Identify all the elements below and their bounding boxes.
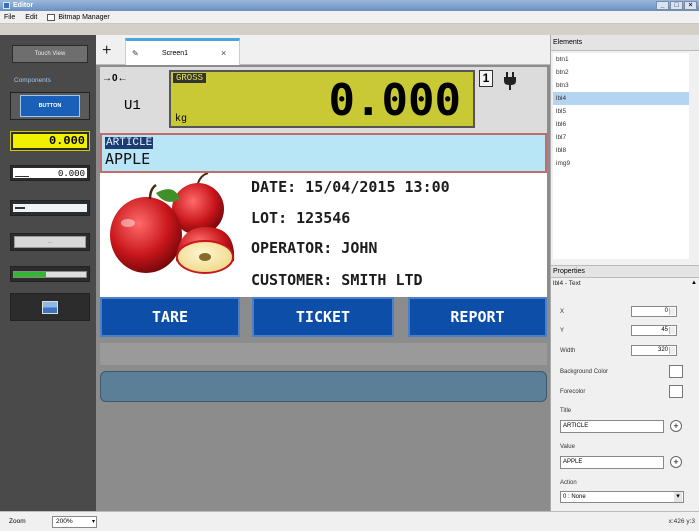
prop-action-select[interactable]: 0 : None bbox=[560, 491, 684, 503]
bottom-bar[interactable] bbox=[100, 371, 547, 402]
prop-title-input[interactable]: ARTICLE bbox=[560, 420, 664, 433]
window-title: Editor bbox=[13, 2, 34, 9]
prop-value-input[interactable]: APPLE bbox=[560, 456, 664, 469]
zero-indicator-icon: →0← bbox=[102, 73, 128, 84]
prop-title-label: Title bbox=[560, 408, 572, 414]
menu-bitmap-manager[interactable]: Bitmap Manager bbox=[47, 13, 110, 21]
report-button[interactable]: REPORT bbox=[408, 297, 547, 337]
zoom-value: 200% bbox=[56, 518, 73, 525]
component-label[interactable] bbox=[10, 200, 90, 216]
elements-header: Elements bbox=[551, 35, 699, 51]
element-item-btn3[interactable]: btn3 bbox=[553, 79, 689, 92]
tab-screen1[interactable]: ✎ Screen1 × bbox=[125, 38, 240, 65]
component-button[interactable]: BUTTON bbox=[10, 92, 90, 120]
screen-tab-strip: + ✎ Screen1 × bbox=[96, 35, 550, 65]
scroll-up-icon[interactable]: ▲ bbox=[691, 280, 697, 286]
component-progress-bar[interactable] bbox=[10, 266, 90, 282]
zoom-label: Zoom bbox=[9, 518, 26, 525]
component-value-display[interactable]: 0.000 bbox=[10, 165, 90, 181]
scale-number: 1 bbox=[479, 70, 493, 87]
close-window-button[interactable]: × bbox=[684, 1, 697, 10]
element-item-lbl4[interactable]: lbl4 bbox=[553, 92, 689, 105]
cursor-coordinates: x:426 y:3 bbox=[668, 518, 695, 525]
prop-width-input[interactable]: 320 bbox=[631, 345, 677, 356]
element-item-lbl7[interactable]: lbl7 bbox=[553, 131, 689, 144]
title-bar: Editor _ □ × bbox=[0, 0, 699, 11]
right-panel: Elements btn1 btn2 btn3 lbl4 lbl5 lbl6 lbl7 lbl… bbox=[550, 35, 699, 511]
chevron-down-icon: ▾ bbox=[91, 519, 95, 525]
add-title-icon[interactable]: + bbox=[670, 420, 682, 432]
gross-label: GROSS bbox=[173, 73, 207, 83]
ticket-button[interactable]: TICKET bbox=[252, 297, 394, 337]
component-weight-display[interactable]: 0.000 bbox=[10, 131, 90, 151]
tare-button[interactable]: TARE bbox=[100, 297, 240, 337]
info-customer: CUSTOMER: SMITH LTD bbox=[251, 271, 423, 289]
components-label: Components bbox=[14, 77, 51, 84]
element-item-lbl6[interactable]: lbl6 bbox=[553, 118, 689, 131]
properties-subtitle: lbl4 - Text bbox=[553, 280, 581, 287]
menu-bar: File Edit Bitmap Manager bbox=[0, 11, 699, 24]
minimize-button[interactable]: _ bbox=[656, 1, 669, 10]
menu-bitmap-label: Bitmap Manager bbox=[58, 13, 110, 21]
element-item-img9[interactable]: img9 bbox=[553, 157, 689, 170]
prop-bg-swatch[interactable] bbox=[669, 365, 683, 378]
unit-id: U1 bbox=[124, 98, 141, 114]
weight-header: →0← U1 GROSS 0.000 kg 1 bbox=[100, 67, 547, 133]
weight-display[interactable]: GROSS 0.000 kg bbox=[169, 70, 475, 128]
article-value: APPLE bbox=[105, 150, 151, 168]
tab-close-icon[interactable]: × bbox=[221, 48, 226, 58]
info-date: DATE: 15/04/2015 13:00 bbox=[251, 178, 450, 196]
info-operator: OPERATOR: JOHN bbox=[251, 239, 378, 257]
unit-label: kg bbox=[175, 114, 188, 125]
status-bar: Zoom 200% ▾ x:426 y:3 bbox=[0, 511, 699, 531]
prop-y-label: Y bbox=[560, 328, 565, 334]
menu-edit[interactable]: Edit bbox=[25, 14, 37, 21]
element-item-btn2[interactable]: btn2 bbox=[553, 66, 689, 79]
component-weight-value: 0.000 bbox=[13, 134, 87, 148]
element-item-lbl5[interactable]: lbl5 bbox=[553, 105, 689, 118]
window-controls: _ □ × bbox=[656, 1, 697, 10]
app-icon bbox=[3, 2, 10, 9]
prop-width-label: Width bbox=[560, 348, 576, 354]
element-item-btn1[interactable]: btn1 bbox=[553, 53, 689, 66]
article-label: ARTICLE bbox=[105, 137, 154, 149]
element-item-lbl8[interactable]: lbl8 bbox=[553, 144, 689, 157]
progress-fill bbox=[14, 272, 47, 277]
pencil-icon: ✎ bbox=[132, 49, 139, 58]
component-button-label: BUTTON bbox=[20, 95, 80, 117]
zoom-select[interactable]: 200% ▾ bbox=[52, 516, 97, 528]
screen-canvas: →0← U1 GROSS 0.000 kg 1 ARTICLE APPLE DA… bbox=[96, 65, 550, 511]
info-panel: DATE: 15/04/2015 13:00 LOT: 123546 OPERA… bbox=[100, 173, 547, 297]
prop-x-label: X bbox=[560, 309, 565, 315]
prop-action-label: Action bbox=[560, 480, 577, 486]
image-icon bbox=[42, 300, 58, 314]
prop-value-label: Value bbox=[560, 444, 575, 450]
bitmap-icon bbox=[47, 13, 56, 21]
status-strip bbox=[100, 343, 547, 365]
info-lot: LOT: 123546 bbox=[251, 209, 351, 227]
menu-file[interactable]: File bbox=[4, 14, 15, 21]
prop-fg-swatch[interactable] bbox=[669, 385, 683, 398]
component-panel: Touch View Components BUTTON 0.000 0.000… bbox=[0, 35, 96, 511]
prop-bg-label: Background Color bbox=[560, 369, 609, 375]
add-screen-button[interactable]: + bbox=[102, 43, 111, 59]
plug-icon bbox=[503, 72, 517, 95]
elements-list: btn1 btn2 btn3 lbl4 lbl5 lbl6 lbl7 lbl8 img9 bbox=[553, 53, 689, 259]
article-field[interactable]: ARTICLE APPLE bbox=[100, 133, 547, 173]
apple-image bbox=[110, 173, 235, 274]
weight-value: 0.000 bbox=[328, 75, 461, 126]
component-image[interactable] bbox=[10, 293, 90, 321]
component-small-button[interactable]: ··· bbox=[10, 233, 90, 251]
touch-view-button[interactable]: Touch View bbox=[12, 45, 88, 63]
prop-x-input[interactable]: 0 bbox=[631, 306, 677, 317]
maximize-button[interactable]: □ bbox=[670, 1, 683, 10]
properties-header: Properties bbox=[551, 265, 699, 278]
tab-label: Screen1 bbox=[162, 50, 189, 57]
add-value-icon[interactable]: + bbox=[670, 456, 682, 468]
prop-fg-label: Forecolor bbox=[560, 389, 586, 395]
prop-y-input[interactable]: 45 bbox=[631, 325, 677, 336]
